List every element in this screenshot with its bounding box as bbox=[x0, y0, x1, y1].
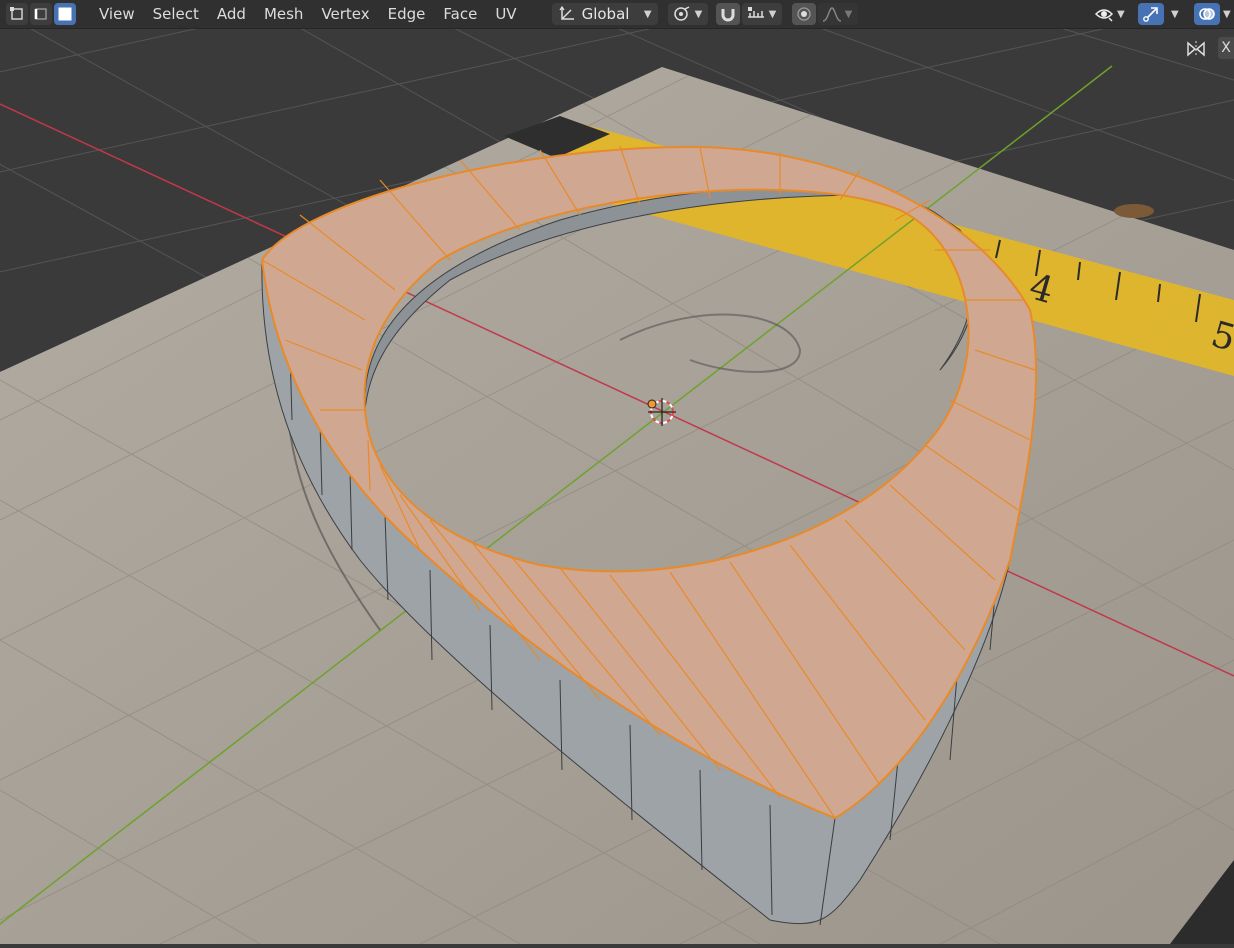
chevron-down-icon: ▼ bbox=[1117, 8, 1125, 20]
snap-target-dropdown[interactable]: ▼ bbox=[741, 3, 782, 25]
pivot-point-icon bbox=[673, 6, 689, 21]
pushpin bbox=[1114, 204, 1154, 218]
proportional-editing-icon bbox=[796, 7, 811, 21]
menu-view[interactable]: View bbox=[99, 5, 135, 23]
proportional-falloff-dropdown[interactable]: ▼ bbox=[817, 3, 858, 25]
overlay-dropdown[interactable]: ▼ bbox=[1222, 3, 1234, 25]
falloff-curve-icon bbox=[822, 7, 841, 22]
gizmo-dropdown[interactable]: ▼ bbox=[1166, 3, 1188, 25]
vertex-select-button[interactable] bbox=[6, 3, 28, 25]
proportional-editing-toggle[interactable] bbox=[791, 3, 816, 25]
menu-mesh[interactable]: Mesh bbox=[264, 5, 304, 23]
face-select-button[interactable] bbox=[54, 3, 76, 25]
object-origin bbox=[647, 399, 657, 409]
vertex-select-icon bbox=[10, 7, 23, 20]
face-select-icon bbox=[58, 7, 72, 21]
visibility-dropdown[interactable]: ▼ bbox=[1090, 3, 1130, 25]
menu-vertex[interactable]: Vertex bbox=[321, 5, 369, 23]
menu-uv[interactable]: UV bbox=[495, 5, 516, 23]
visibility-icon bbox=[1094, 9, 1114, 22]
x-mirror-icon bbox=[1187, 41, 1205, 57]
snap-increment-icon bbox=[747, 7, 764, 18]
transform-orientation-dropdown[interactable]: Global ▼ bbox=[551, 3, 658, 25]
mirror-x-button[interactable]: X bbox=[1218, 37, 1234, 59]
3d-viewport[interactable]: 4 5 bbox=[0, 0, 1234, 944]
mirror-tool-indicator[interactable] bbox=[1186, 39, 1206, 59]
chevron-down-icon: ▼ bbox=[1223, 8, 1231, 20]
snap-toggle[interactable] bbox=[715, 3, 740, 25]
pivot-point-dropdown[interactable]: ▼ bbox=[667, 3, 708, 25]
menu-face[interactable]: Face bbox=[443, 5, 477, 23]
gizmo-icon bbox=[1143, 7, 1158, 22]
menu-add[interactable]: Add bbox=[217, 5, 246, 23]
edge-select-icon bbox=[34, 8, 47, 20]
magnet-icon bbox=[721, 9, 735, 22]
menu-select[interactable]: Select bbox=[153, 5, 199, 23]
transform-axes-icon bbox=[559, 5, 574, 20]
chevron-down-icon: ▼ bbox=[768, 8, 777, 20]
editor-header: View Select Add Mesh Vertex Edge Face UV… bbox=[0, 0, 1234, 29]
edge-select-button[interactable] bbox=[30, 3, 52, 25]
chevron-down-icon: ▼ bbox=[643, 8, 652, 20]
mirror-x-label: X bbox=[1221, 40, 1231, 56]
gizmo-toggle-button[interactable] bbox=[1138, 3, 1164, 25]
transform-orientation-label: Global bbox=[581, 5, 630, 23]
chevron-down-icon: ▼ bbox=[1171, 8, 1179, 20]
chevron-down-icon: ▼ bbox=[694, 8, 703, 20]
chevron-down-icon: ▼ bbox=[844, 8, 853, 20]
overlay-icon bbox=[1199, 8, 1215, 20]
menu-edge[interactable]: Edge bbox=[388, 5, 426, 23]
overlay-toggle-button[interactable] bbox=[1194, 3, 1220, 25]
